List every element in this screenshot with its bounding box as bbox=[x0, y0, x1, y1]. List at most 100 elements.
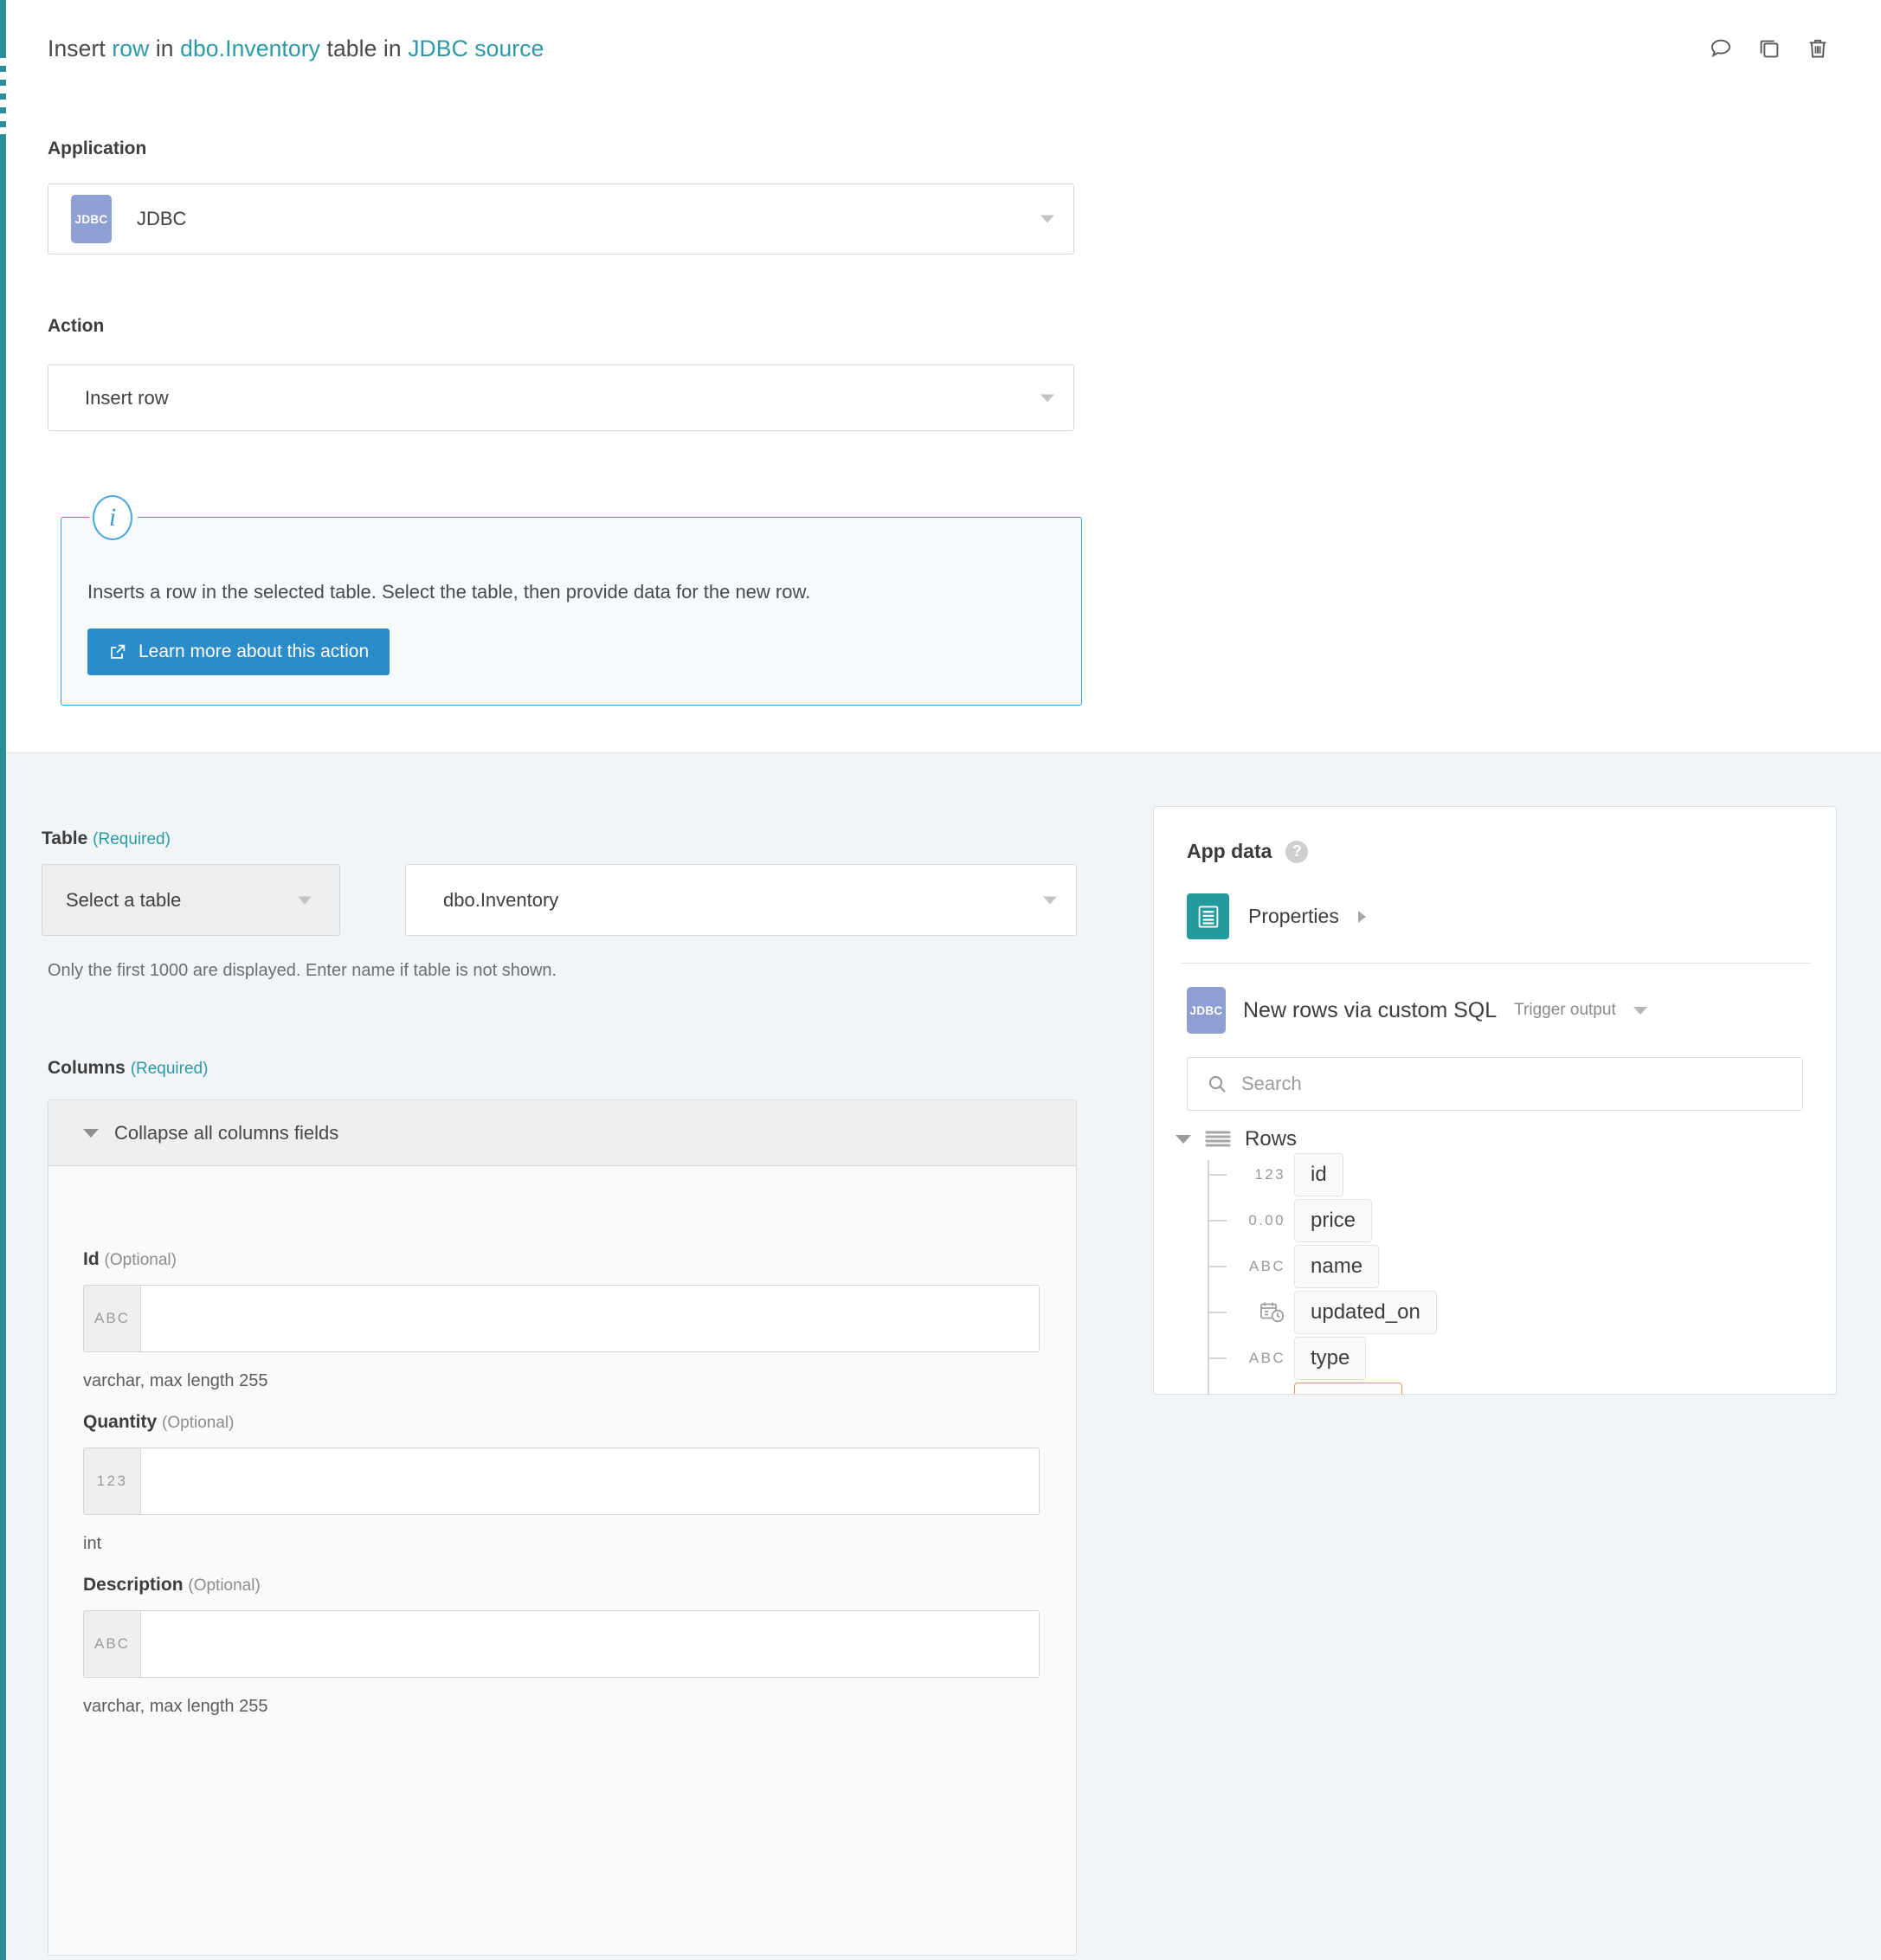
tree-chip-price[interactable]: price bbox=[1294, 1199, 1373, 1242]
column-input-quantity-entry[interactable] bbox=[141, 1448, 1039, 1514]
trigger-source-name: New rows via custom SQL bbox=[1243, 997, 1498, 1022]
tree-chip-updated-on[interactable]: updated_on bbox=[1294, 1291, 1437, 1334]
tree-stub bbox=[1208, 1266, 1227, 1267]
table-mode-value: Select a table bbox=[66, 888, 182, 911]
table-name-select[interactable]: dbo.Inventory bbox=[405, 864, 1077, 936]
column-name-id: Id bbox=[83, 1249, 100, 1269]
column-meta-quantity: int bbox=[83, 1534, 102, 1553]
application-label: Application bbox=[48, 139, 147, 158]
tree-node-type[interactable]: ABC type bbox=[1208, 1337, 1367, 1380]
external-link-icon bbox=[111, 644, 126, 659]
properties-row[interactable]: Properties bbox=[1187, 893, 1366, 939]
chevron-down-icon[interactable] bbox=[1176, 1135, 1191, 1144]
action-label: Action bbox=[48, 316, 105, 336]
column-input-quantity[interactable]: 123 bbox=[83, 1447, 1040, 1515]
column-name-quantity: Quantity bbox=[83, 1412, 158, 1432]
learn-more-button[interactable]: Learn more about this action bbox=[87, 629, 390, 675]
column-input-id[interactable]: ABC bbox=[83, 1285, 1040, 1352]
type-prefix-123-icon: 123 bbox=[84, 1448, 141, 1514]
duplicate-icon[interactable] bbox=[1756, 35, 1782, 61]
table-mode-select[interactable]: Select a table bbox=[42, 864, 340, 936]
tree-chip-type[interactable]: type bbox=[1294, 1337, 1367, 1380]
tree-node-name[interactable]: ABC name bbox=[1208, 1245, 1380, 1288]
bottom-section: Table (Required) Select a table dbo.Inve… bbox=[6, 752, 1881, 1960]
search-input[interactable]: Search bbox=[1187, 1057, 1803, 1111]
title-seg-4: table in bbox=[320, 35, 409, 61]
type-indicator-text: ABC bbox=[1248, 1350, 1285, 1366]
column-meta-id: varchar, max length 255 bbox=[83, 1371, 268, 1390]
tree-node-list-size[interactable]: 123 List size bbox=[1208, 1383, 1402, 1394]
trigger-source-row[interactable]: JDBC New rows via custom SQL Trigger out… bbox=[1187, 987, 1647, 1034]
type-indicator-text: ABC bbox=[1248, 1258, 1285, 1274]
tree-root-rows[interactable]: Rows bbox=[1176, 1127, 1297, 1151]
tree-chip-name[interactable]: name bbox=[1294, 1245, 1380, 1288]
app-data-panel: App data ? Properties JDBC New rows via … bbox=[1153, 806, 1837, 1395]
tree-root-label: Rows bbox=[1245, 1127, 1298, 1151]
comment-icon[interactable] bbox=[1708, 35, 1734, 61]
rows-list-icon bbox=[1205, 1130, 1231, 1149]
title-seg-3[interactable]: dbo.Inventory bbox=[180, 35, 320, 61]
title-seg-5[interactable]: JDBC source bbox=[408, 35, 544, 61]
drag-handle-dots[interactable] bbox=[0, 52, 6, 134]
action-config-panel: Insert row in dbo.Inventory table in JDB… bbox=[0, 0, 1881, 1960]
columns-label-text: Columns bbox=[48, 1058, 126, 1078]
columns-required-tag: (Required) bbox=[130, 1060, 209, 1078]
chevron-down-icon bbox=[1043, 896, 1057, 904]
app-data-header: App data ? bbox=[1187, 840, 1309, 863]
column-optional-quantity: (Optional) bbox=[162, 1414, 235, 1432]
header-bar: Insert row in dbo.Inventory table in JDB… bbox=[48, 29, 1831, 68]
learn-more-label: Learn more about this action bbox=[138, 642, 370, 661]
header-actions bbox=[1708, 35, 1831, 61]
column-input-id-entry[interactable] bbox=[141, 1286, 1039, 1351]
app-data-divider bbox=[1180, 963, 1812, 964]
column-input-description-entry[interactable] bbox=[141, 1611, 1039, 1677]
tree-stub bbox=[1208, 1312, 1227, 1313]
chevron-down-icon bbox=[298, 896, 312, 904]
application-select[interactable]: JDBC JDBC bbox=[48, 184, 1074, 255]
column-name-description: Description bbox=[83, 1575, 184, 1595]
application-selected-value: JDBC bbox=[137, 208, 187, 229]
chevron-right-icon bbox=[1357, 910, 1366, 923]
search-icon bbox=[1208, 1075, 1226, 1093]
chevron-down-icon bbox=[83, 1128, 99, 1138]
page-title: Insert row in dbo.Inventory table in JDB… bbox=[48, 35, 544, 62]
columns-card: Collapse all columns fields Id (Optional… bbox=[48, 1099, 1077, 1956]
action-select[interactable]: Insert row bbox=[48, 364, 1074, 431]
title-seg-1[interactable]: row bbox=[112, 35, 149, 61]
drag-rail[interactable] bbox=[0, 0, 6, 1960]
action-selected-value: Insert row bbox=[85, 386, 169, 409]
tree-node-price[interactable]: 0.00 price bbox=[1208, 1199, 1373, 1242]
column-meta-description: varchar, max length 255 bbox=[83, 1697, 268, 1716]
jdbc-source-badge-icon: JDBC bbox=[1187, 987, 1226, 1034]
type-indicator-decimal: 0.00 bbox=[1248, 1212, 1285, 1228]
trigger-output-tag: Trigger output bbox=[1514, 1001, 1616, 1019]
title-seg-2: in bbox=[149, 35, 181, 61]
tree-node-id[interactable]: 123 id bbox=[1208, 1153, 1343, 1196]
app-data-tree: Rows 123 id 0.00 price ABC name updated_… bbox=[1176, 1127, 1816, 1394]
collapse-all-label: Collapse all columns fields bbox=[114, 1121, 339, 1144]
collapse-all-columns-toggle[interactable]: Collapse all columns fields bbox=[48, 1100, 1076, 1166]
table-name-value: dbo.Inventory bbox=[443, 888, 559, 911]
columns-label: Columns (Required) bbox=[48, 1058, 208, 1079]
tree-chip-list-size[interactable]: List size bbox=[1294, 1383, 1402, 1394]
app-data-title: App data bbox=[1187, 840, 1272, 862]
delete-icon[interactable] bbox=[1805, 35, 1831, 61]
tree-stub bbox=[1208, 1220, 1227, 1222]
tree-node-updated-on[interactable]: updated_on bbox=[1208, 1291, 1437, 1334]
column-optional-id: (Optional) bbox=[104, 1251, 177, 1269]
table-required-tag: (Required) bbox=[93, 830, 171, 848]
info-description: Inserts a row in the selected table. Sel… bbox=[87, 581, 811, 603]
column-label-description: Description (Optional) bbox=[83, 1575, 261, 1596]
type-prefix-abc-icon: ABC bbox=[84, 1286, 141, 1351]
tree-stub bbox=[1208, 1174, 1227, 1176]
column-optional-description: (Optional) bbox=[188, 1576, 261, 1595]
title-seg-0: Insert bbox=[48, 35, 113, 61]
tree-chip-id[interactable]: id bbox=[1294, 1153, 1343, 1196]
table-label: Table (Required) bbox=[42, 828, 171, 849]
column-input-description[interactable]: ABC bbox=[83, 1610, 1040, 1678]
help-icon[interactable]: ? bbox=[1285, 840, 1309, 863]
top-section: Insert row in dbo.Inventory table in JDB… bbox=[6, 0, 1881, 752]
jdbc-app-badge-icon: JDBC bbox=[71, 195, 112, 243]
column-label-quantity: Quantity (Optional) bbox=[83, 1412, 234, 1433]
type-prefix-abc-icon: ABC bbox=[84, 1611, 141, 1677]
